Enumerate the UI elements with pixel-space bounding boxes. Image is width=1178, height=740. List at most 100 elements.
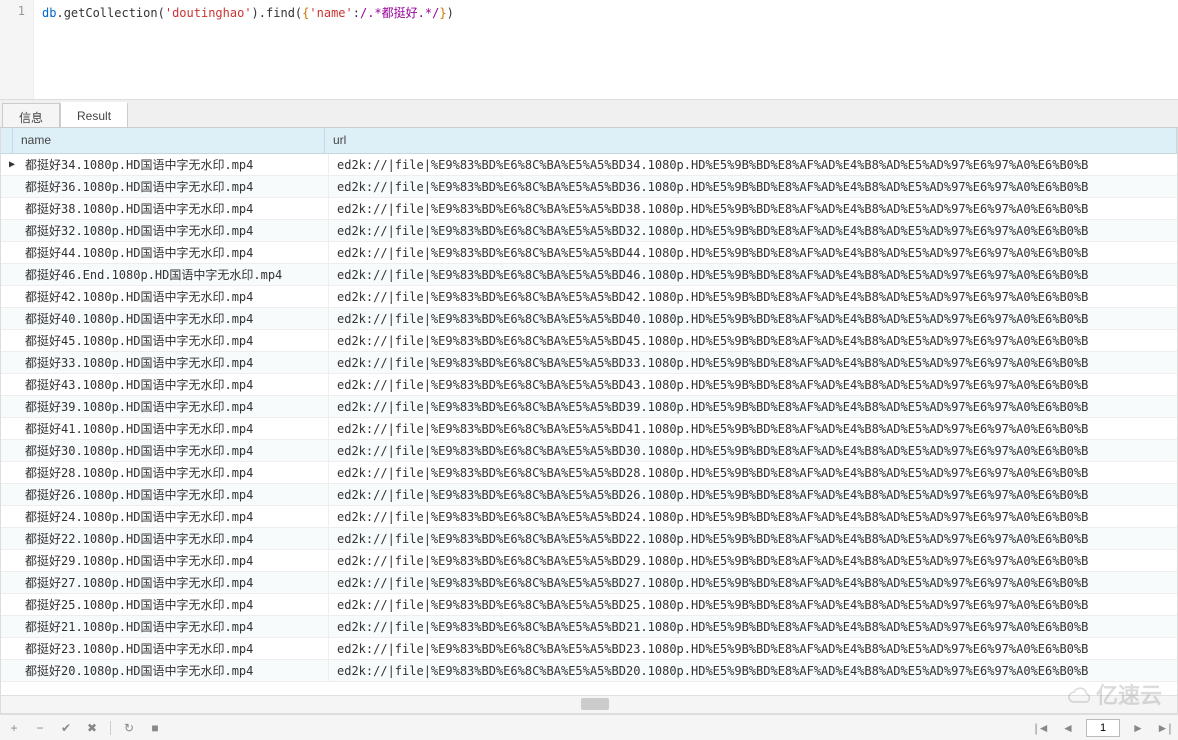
table-row[interactable]: 都挺好32.1080p.HD国语中字无水印.mp4ed2k://|file|%E… — [1, 220, 1177, 242]
first-page-button[interactable]: |◄ — [1034, 720, 1050, 736]
cell-name[interactable]: 都挺好46.End.1080p.HD国语中字无水印.mp4 — [17, 264, 329, 285]
cell-url[interactable]: ed2k://|file|%E9%83%BD%E6%8C%BA%E5%A5%BD… — [329, 156, 1177, 174]
cell-url[interactable]: ed2k://|file|%E9%83%BD%E6%8C%BA%E5%A5%BD… — [329, 618, 1177, 636]
table-row[interactable]: 都挺好39.1080p.HD国语中字无水印.mp4ed2k://|file|%E… — [1, 396, 1177, 418]
table-row[interactable]: 都挺好23.1080p.HD国语中字无水印.mp4ed2k://|file|%E… — [1, 638, 1177, 660]
scrollbar-thumb[interactable] — [581, 698, 609, 710]
cell-name[interactable]: 都挺好34.1080p.HD国语中字无水印.mp4 — [17, 154, 329, 175]
table-row[interactable]: 都挺好44.1080p.HD国语中字无水印.mp4ed2k://|file|%E… — [1, 242, 1177, 264]
cell-url[interactable]: ed2k://|file|%E9%83%BD%E6%8C%BA%E5%A5%BD… — [329, 662, 1177, 680]
cell-url[interactable]: ed2k://|file|%E9%83%BD%E6%8C%BA%E5%A5%BD… — [329, 464, 1177, 482]
cell-name[interactable]: 都挺好28.1080p.HD国语中字无水印.mp4 — [17, 462, 329, 483]
table-row[interactable]: 都挺好45.1080p.HD国语中字无水印.mp4ed2k://|file|%E… — [1, 330, 1177, 352]
table-row[interactable]: 都挺好30.1080p.HD国语中字无水印.mp4ed2k://|file|%E… — [1, 440, 1177, 462]
cell-name[interactable]: 都挺好24.1080p.HD国语中字无水印.mp4 — [17, 506, 329, 527]
last-page-button[interactable]: ►| — [1156, 720, 1172, 736]
cell-name[interactable]: 都挺好43.1080p.HD国语中字无水印.mp4 — [17, 374, 329, 395]
cell-name[interactable]: 都挺好30.1080p.HD国语中字无水印.mp4 — [17, 440, 329, 461]
cell-url[interactable]: ed2k://|file|%E9%83%BD%E6%8C%BA%E5%A5%BD… — [329, 596, 1177, 614]
cell-url[interactable]: ed2k://|file|%E9%83%BD%E6%8C%BA%E5%A5%BD… — [329, 442, 1177, 460]
cell-url[interactable]: ed2k://|file|%E9%83%BD%E6%8C%BA%E5%A5%BD… — [329, 420, 1177, 438]
column-name[interactable]: name — [13, 128, 325, 153]
table-row[interactable]: 都挺好29.1080p.HD国语中字无水印.mp4ed2k://|file|%E… — [1, 550, 1177, 572]
cell-url[interactable]: ed2k://|file|%E9%83%BD%E6%8C%BA%E5%A5%BD… — [329, 530, 1177, 548]
cancel-button[interactable]: ✖ — [84, 720, 100, 736]
table-row[interactable]: 都挺好33.1080p.HD国语中字无水印.mp4ed2k://|file|%E… — [1, 352, 1177, 374]
cell-name[interactable]: 都挺好21.1080p.HD国语中字无水印.mp4 — [17, 616, 329, 637]
table-row[interactable]: 都挺好25.1080p.HD国语中字无水印.mp4ed2k://|file|%E… — [1, 594, 1177, 616]
table-row[interactable]: 都挺好40.1080p.HD国语中字无水印.mp4ed2k://|file|%E… — [1, 308, 1177, 330]
cell-name[interactable]: 都挺好44.1080p.HD国语中字无水印.mp4 — [17, 242, 329, 263]
tab-result[interactable]: Result — [60, 102, 128, 127]
cell-url[interactable]: ed2k://|file|%E9%83%BD%E6%8C%BA%E5%A5%BD… — [329, 178, 1177, 196]
cell-url[interactable]: ed2k://|file|%E9%83%BD%E6%8C%BA%E5%A5%BD… — [329, 552, 1177, 570]
cell-url[interactable]: ed2k://|file|%E9%83%BD%E6%8C%BA%E5%A5%BD… — [329, 310, 1177, 328]
next-page-button[interactable]: ► — [1130, 720, 1146, 736]
cell-name[interactable]: 都挺好40.1080p.HD国语中字无水印.mp4 — [17, 308, 329, 329]
cell-name[interactable]: 都挺好25.1080p.HD国语中字无水印.mp4 — [17, 594, 329, 615]
cell-url[interactable]: ed2k://|file|%E9%83%BD%E6%8C%BA%E5%A5%BD… — [329, 200, 1177, 218]
table-row[interactable]: 都挺好20.1080p.HD国语中字无水印.mp4ed2k://|file|%E… — [1, 660, 1177, 682]
footer-bar: + − ✔ ✖ ↻ ■ |◄ ◄ ► ►| — [0, 714, 1178, 740]
cell-url[interactable]: ed2k://|file|%E9%83%BD%E6%8C%BA%E5%A5%BD… — [329, 508, 1177, 526]
cell-name[interactable]: 都挺好32.1080p.HD国语中字无水印.mp4 — [17, 220, 329, 241]
cell-name[interactable]: 都挺好27.1080p.HD国语中字无水印.mp4 — [17, 572, 329, 593]
cell-url[interactable]: ed2k://|file|%E9%83%BD%E6%8C%BA%E5%A5%BD… — [329, 222, 1177, 240]
cell-name[interactable]: 都挺好41.1080p.HD国语中字无水印.mp4 — [17, 418, 329, 439]
cell-name[interactable]: 都挺好20.1080p.HD国语中字无水印.mp4 — [17, 660, 329, 681]
cell-name[interactable]: 都挺好23.1080p.HD国语中字无水印.mp4 — [17, 638, 329, 659]
cell-url[interactable]: ed2k://|file|%E9%83%BD%E6%8C%BA%E5%A5%BD… — [329, 244, 1177, 262]
code-line[interactable]: db.getCollection('doutinghao').find({'na… — [34, 0, 1178, 99]
cell-url[interactable]: ed2k://|file|%E9%83%BD%E6%8C%BA%E5%A5%BD… — [329, 288, 1177, 306]
table-row[interactable]: 都挺好43.1080p.HD国语中字无水印.mp4ed2k://|file|%E… — [1, 374, 1177, 396]
remove-row-button[interactable]: − — [32, 720, 48, 736]
cell-url[interactable]: ed2k://|file|%E9%83%BD%E6%8C%BA%E5%A5%BD… — [329, 376, 1177, 394]
cell-url[interactable]: ed2k://|file|%E9%83%BD%E6%8C%BA%E5%A5%BD… — [329, 574, 1177, 592]
table-row[interactable]: 都挺好27.1080p.HD国语中字无水印.mp4ed2k://|file|%E… — [1, 572, 1177, 594]
table-row[interactable]: 都挺好41.1080p.HD国语中字无水印.mp4ed2k://|file|%E… — [1, 418, 1177, 440]
table-row[interactable]: 都挺好46.End.1080p.HD国语中字无水印.mp4ed2k://|fil… — [1, 264, 1177, 286]
confirm-button[interactable]: ✔ — [58, 720, 74, 736]
table-row[interactable]: 都挺好21.1080p.HD国语中字无水印.mp4ed2k://|file|%E… — [1, 616, 1177, 638]
page-input[interactable] — [1086, 719, 1120, 737]
tok-key: 'name' — [309, 6, 352, 20]
cell-url[interactable]: ed2k://|file|%E9%83%BD%E6%8C%BA%E5%A5%BD… — [329, 486, 1177, 504]
table-row[interactable]: 都挺好36.1080p.HD国语中字无水印.mp4ed2k://|file|%E… — [1, 176, 1177, 198]
stop-button[interactable]: ■ — [147, 720, 163, 736]
cell-name[interactable]: 都挺好29.1080p.HD国语中字无水印.mp4 — [17, 550, 329, 571]
cell-name[interactable]: 都挺好36.1080p.HD国语中字无水印.mp4 — [17, 176, 329, 197]
cell-name[interactable]: 都挺好33.1080p.HD国语中字无水印.mp4 — [17, 352, 329, 373]
horizontal-scrollbar[interactable] — [1, 695, 1177, 713]
cell-url[interactable]: ed2k://|file|%E9%83%BD%E6%8C%BA%E5%A5%BD… — [329, 640, 1177, 658]
row-marker: ▶ — [1, 157, 17, 172]
tab-info[interactable]: 信息 — [2, 103, 60, 127]
table-row[interactable]: 都挺好26.1080p.HD国语中字无水印.mp4ed2k://|file|%E… — [1, 484, 1177, 506]
row-marker — [1, 537, 17, 541]
table-row[interactable]: 都挺好24.1080p.HD国语中字无水印.mp4ed2k://|file|%E… — [1, 506, 1177, 528]
cell-url[interactable]: ed2k://|file|%E9%83%BD%E6%8C%BA%E5%A5%BD… — [329, 332, 1177, 350]
cell-name[interactable]: 都挺好39.1080p.HD国语中字无水印.mp4 — [17, 396, 329, 417]
add-row-button[interactable]: + — [6, 720, 22, 736]
tok-brace: } — [439, 6, 446, 20]
table-row[interactable]: 都挺好28.1080p.HD国语中字无水印.mp4ed2k://|file|%E… — [1, 462, 1177, 484]
cell-name[interactable]: 都挺好38.1080p.HD国语中字无水印.mp4 — [17, 198, 329, 219]
code-editor[interactable]: 1 db.getCollection('doutinghao').find({'… — [0, 0, 1178, 100]
cell-url[interactable]: ed2k://|file|%E9%83%BD%E6%8C%BA%E5%A5%BD… — [329, 398, 1177, 416]
cell-name[interactable]: 都挺好42.1080p.HD国语中字无水印.mp4 — [17, 286, 329, 307]
prev-page-button[interactable]: ◄ — [1060, 720, 1076, 736]
row-marker — [1, 559, 17, 563]
cell-name[interactable]: 都挺好26.1080p.HD国语中字无水印.mp4 — [17, 484, 329, 505]
table-row[interactable]: 都挺好38.1080p.HD国语中字无水印.mp4ed2k://|file|%E… — [1, 198, 1177, 220]
cell-url[interactable]: ed2k://|file|%E9%83%BD%E6%8C%BA%E5%A5%BD… — [329, 266, 1177, 284]
column-url[interactable]: url — [325, 128, 1177, 153]
cell-name[interactable]: 都挺好22.1080p.HD国语中字无水印.mp4 — [17, 528, 329, 549]
refresh-button[interactable]: ↻ — [121, 720, 137, 736]
table-row[interactable]: 都挺好42.1080p.HD国语中字无水印.mp4ed2k://|file|%E… — [1, 286, 1177, 308]
cell-name[interactable]: 都挺好45.1080p.HD国语中字无水印.mp4 — [17, 330, 329, 351]
table-row[interactable]: ▶都挺好34.1080p.HD国语中字无水印.mp4ed2k://|file|%… — [1, 154, 1177, 176]
grid-header: name url — [1, 128, 1177, 154]
cell-url[interactable]: ed2k://|file|%E9%83%BD%E6%8C%BA%E5%A5%BD… — [329, 354, 1177, 372]
grid-body[interactable]: ▶都挺好34.1080p.HD国语中字无水印.mp4ed2k://|file|%… — [1, 154, 1177, 695]
row-marker — [1, 273, 17, 277]
table-row[interactable]: 都挺好22.1080p.HD国语中字无水印.mp4ed2k://|file|%E… — [1, 528, 1177, 550]
